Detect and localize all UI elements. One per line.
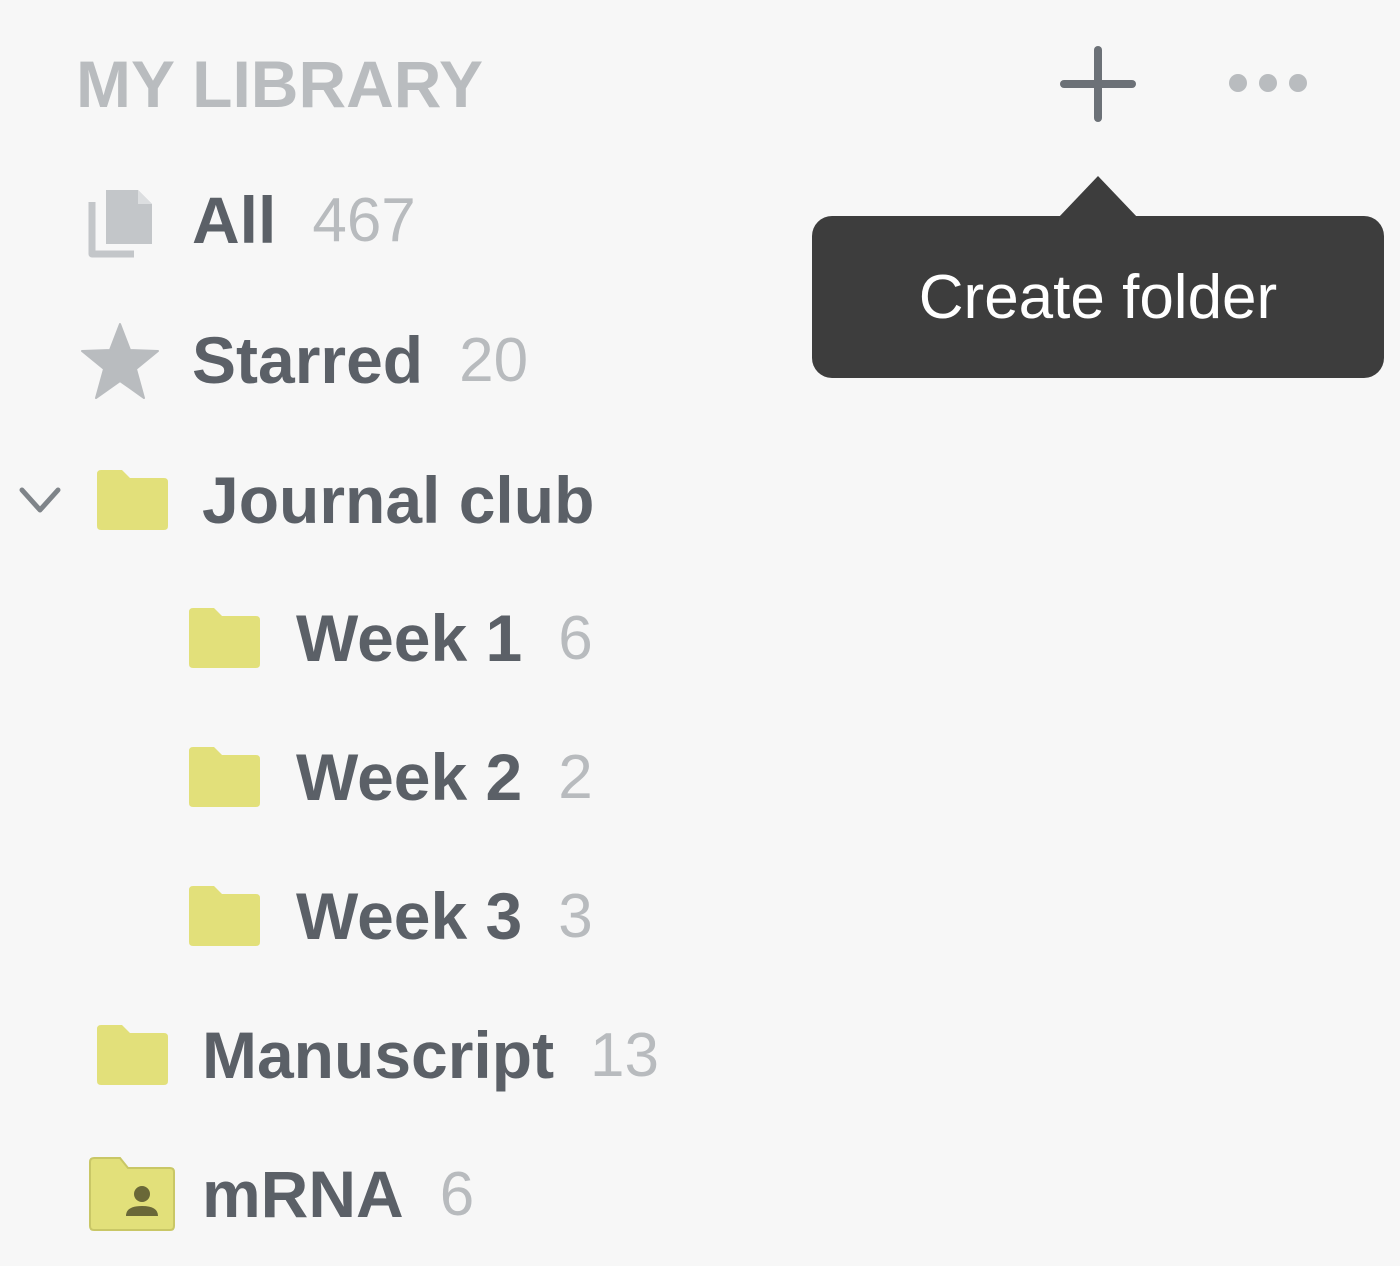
folder-icon — [94, 468, 170, 532]
item-count: 6 — [439, 1159, 475, 1229]
folder-icon — [186, 606, 262, 670]
sidebar-item-label: Starred — [192, 323, 424, 397]
sidebar-item-label: mRNA — [202, 1157, 404, 1231]
sidebar-item-manuscript[interactable]: Manuscript 13 — [0, 1005, 659, 1105]
item-count: 467 — [312, 185, 416, 255]
section-title: MY LIBRARY — [76, 47, 484, 121]
folder-icon — [186, 884, 262, 948]
folder-icon — [186, 745, 262, 809]
plus-icon — [1060, 46, 1136, 122]
item-count: 3 — [558, 881, 593, 951]
documents-icon — [84, 184, 156, 260]
sidebar-item-label: Week 1 — [296, 601, 523, 675]
folder-icon — [94, 1023, 170, 1087]
create-folder-button[interactable] — [1050, 36, 1146, 132]
sidebar-item-label: All — [192, 183, 277, 257]
ellipsis-icon — [1229, 74, 1307, 92]
chevron-down-icon[interactable] — [18, 480, 62, 520]
item-count: 6 — [558, 603, 593, 673]
sidebar-item-all[interactable]: All 467 — [0, 170, 416, 270]
sidebar-item-label: Journal club — [202, 463, 595, 537]
create-folder-tooltip: Create folder — [812, 216, 1384, 378]
tooltip-text: Create folder — [918, 262, 1278, 332]
shared-folder-icon — [88, 1156, 176, 1232]
sidebar-item-journal-club[interactable]: Journal club — [0, 450, 594, 550]
item-count: 13 — [590, 1020, 660, 1090]
item-count: 2 — [558, 742, 593, 812]
sidebar-item-label: Manuscript — [202, 1018, 555, 1092]
sidebar-item-week-1[interactable]: Week 1 6 — [0, 588, 593, 688]
sidebar-item-week-2[interactable]: Week 2 2 — [0, 727, 593, 827]
sidebar-item-starred[interactable]: Starred 20 — [0, 310, 528, 410]
sidebar-item-week-3[interactable]: Week 3 3 — [0, 866, 593, 966]
tooltip-arrow — [1058, 176, 1138, 218]
sidebar-item-mrna[interactable]: mRNA 6 — [0, 1144, 474, 1244]
sidebar-item-label: Week 3 — [296, 879, 523, 953]
more-options-button[interactable] — [1220, 50, 1316, 116]
library-sidebar: MY LIBRARY Create folder All 467 Starred… — [0, 0, 1400, 1266]
sidebar-item-label: Week 2 — [296, 740, 523, 814]
item-count: 20 — [459, 325, 529, 395]
star-icon — [80, 322, 160, 400]
